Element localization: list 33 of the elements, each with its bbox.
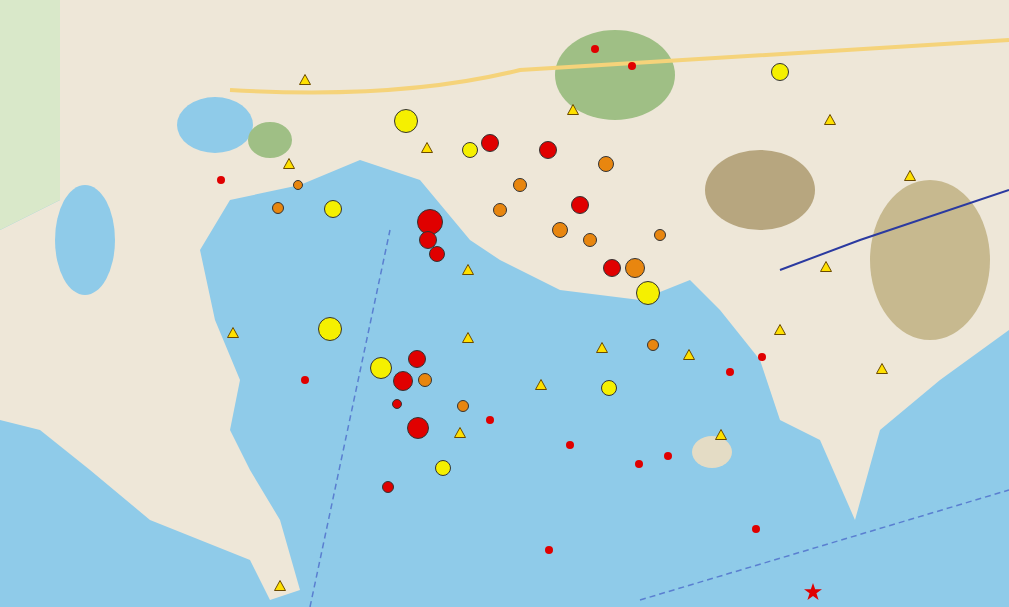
triangle-icon[interactable] xyxy=(876,363,888,374)
triangle-icon[interactable] xyxy=(904,170,916,181)
earthquake-marker[interactable] xyxy=(591,45,599,53)
triangle-icon[interactable] xyxy=(454,427,466,438)
earthquake-marker[interactable] xyxy=(217,176,225,184)
triangle-icon[interactable] xyxy=(535,379,547,390)
earthquake-marker[interactable] xyxy=(664,452,672,460)
earthquake-marker[interactable] xyxy=(486,416,494,424)
earthquake-marker[interactable] xyxy=(293,180,303,190)
triangle-icon[interactable] xyxy=(683,349,695,360)
earthquake-marker[interactable] xyxy=(566,441,574,449)
earthquake-marker[interactable] xyxy=(758,353,766,361)
earthquake-marker[interactable] xyxy=(301,376,309,384)
triangle-icon[interactable] xyxy=(820,261,832,272)
earthquake-marker[interactable] xyxy=(628,62,636,70)
triangle-icon[interactable] xyxy=(462,264,474,275)
triangle-icon[interactable] xyxy=(824,114,836,125)
triangle-icon[interactable] xyxy=(299,74,311,85)
earthquake-marker[interactable] xyxy=(752,525,760,533)
triangle-icon[interactable] xyxy=(227,327,239,338)
triangle-icon[interactable] xyxy=(462,332,474,343)
triangle-icon[interactable] xyxy=(596,342,608,353)
triangle-icon[interactable] xyxy=(421,142,433,153)
triangle-icon[interactable] xyxy=(274,580,286,591)
triangle-icon[interactable] xyxy=(567,104,579,115)
earthquake-marker[interactable] xyxy=(392,399,402,409)
triangle-icon[interactable] xyxy=(774,324,786,335)
star-icon[interactable] xyxy=(804,583,822,601)
earthquake-marker[interactable] xyxy=(726,368,734,376)
triangle-icon[interactable] xyxy=(715,429,727,440)
earthquake-marker[interactable] xyxy=(545,546,553,554)
earthquake-marker[interactable] xyxy=(635,460,643,468)
triangle-icon[interactable] xyxy=(283,158,295,169)
